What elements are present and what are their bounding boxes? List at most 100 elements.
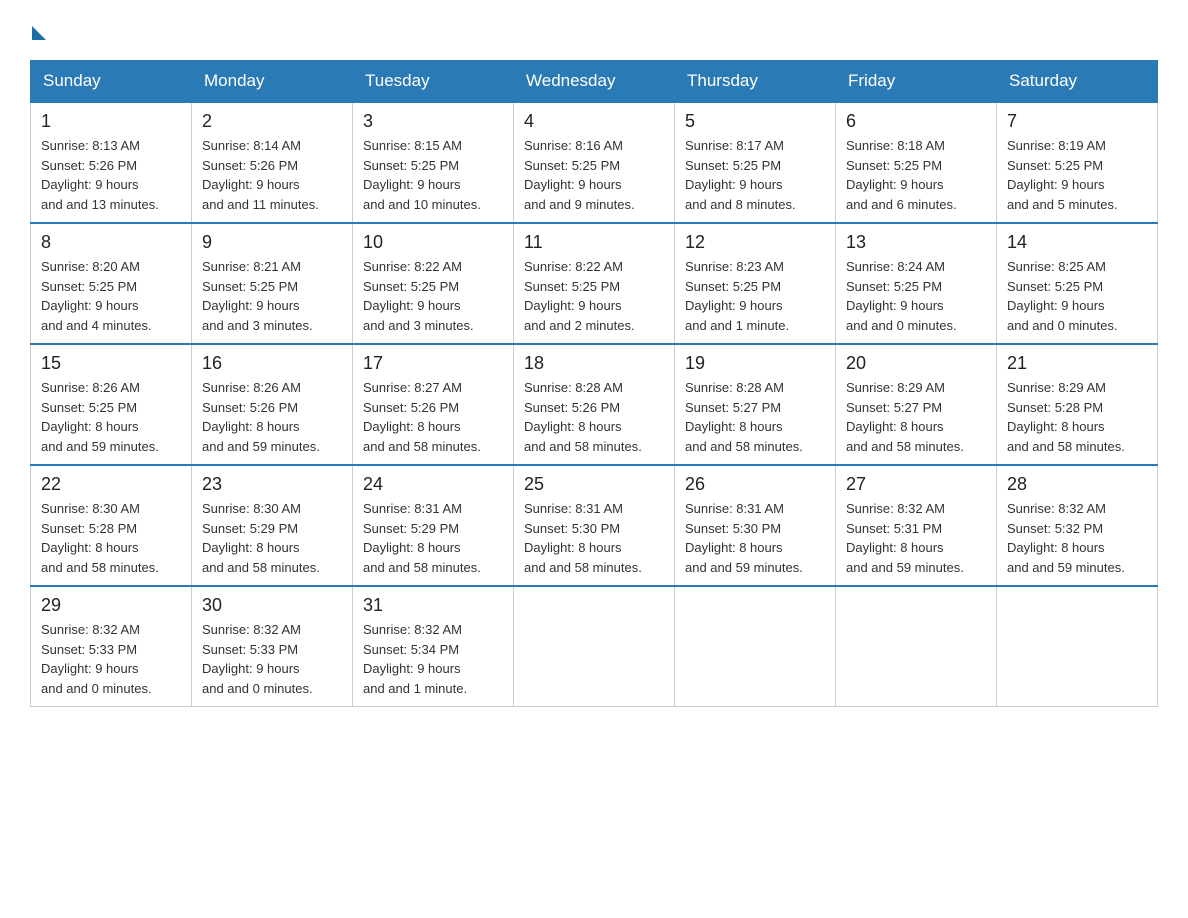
calendar-cell: 10 Sunrise: 8:22 AMSunset: 5:25 PMDayligh…	[353, 223, 514, 344]
calendar-cell: 1 Sunrise: 8:13 AMSunset: 5:26 PMDaylight…	[31, 102, 192, 223]
day-number: 19	[685, 353, 825, 374]
week-row-3: 15 Sunrise: 8:26 AMSunset: 5:25 PMDayligh…	[31, 344, 1158, 465]
day-info: Sunrise: 8:32 AMSunset: 5:33 PMDaylight:…	[202, 620, 342, 698]
calendar-cell: 30 Sunrise: 8:32 AMSunset: 5:33 PMDayligh…	[192, 586, 353, 707]
week-row-4: 22Sunrise: 8:30 AMSunset: 5:28 PMDayligh…	[31, 465, 1158, 586]
calendar-cell: 11 Sunrise: 8:22 AMSunset: 5:25 PMDayligh…	[514, 223, 675, 344]
day-info: Sunrise: 8:32 AMSunset: 5:33 PMDaylight:…	[41, 620, 181, 698]
day-number: 8	[41, 232, 181, 253]
calendar-cell: 18 Sunrise: 8:28 AMSunset: 5:26 PMDayligh…	[514, 344, 675, 465]
calendar-cell: 7 Sunrise: 8:19 AMSunset: 5:25 PMDaylight…	[997, 102, 1158, 223]
day-info: Sunrise: 8:14 AMSunset: 5:26 PMDaylight:…	[202, 136, 342, 214]
day-number: 5	[685, 111, 825, 132]
calendar-table: SundayMondayTuesdayWednesdayThursdayFrid…	[30, 60, 1158, 707]
calendar-cell: 25 Sunrise: 8:31 AMSunset: 5:30 PMDayligh…	[514, 465, 675, 586]
day-info: Sunrise: 8:15 AMSunset: 5:25 PMDaylight:…	[363, 136, 503, 214]
day-number: 25	[524, 474, 664, 495]
logo-wrapper	[30, 20, 46, 40]
day-header-thursday: Thursday	[675, 61, 836, 103]
day-number: 24	[363, 474, 503, 495]
day-number: 2	[202, 111, 342, 132]
day-info: Sunrise: 8:31 AMSunset: 5:30 PMDaylight:…	[685, 499, 825, 577]
day-number: 11	[524, 232, 664, 253]
day-info: Sunrise: 8:25 AMSunset: 5:25 PMDaylight:…	[1007, 257, 1147, 335]
week-row-2: 8 Sunrise: 8:20 AMSunset: 5:25 PMDaylight…	[31, 223, 1158, 344]
day-number: 13	[846, 232, 986, 253]
day-number: 10	[363, 232, 503, 253]
calendar-cell: 31Sunrise: 8:32 AMSunset: 5:34 PMDayligh…	[353, 586, 514, 707]
day-number: 28	[1007, 474, 1147, 495]
calendar-cell: 27 Sunrise: 8:32 AMSunset: 5:31 PMDayligh…	[836, 465, 997, 586]
day-info: Sunrise: 8:13 AMSunset: 5:26 PMDaylight:…	[41, 136, 181, 214]
day-info: Sunrise: 8:32 AMSunset: 5:32 PMDaylight:…	[1007, 499, 1147, 577]
day-header-wednesday: Wednesday	[514, 61, 675, 103]
week-row-1: 1 Sunrise: 8:13 AMSunset: 5:26 PMDaylight…	[31, 102, 1158, 223]
day-info: Sunrise: 8:32 AMSunset: 5:34 PMDaylight:…	[363, 620, 503, 698]
day-number: 1	[41, 111, 181, 132]
day-info: Sunrise: 8:16 AMSunset: 5:25 PMDaylight:…	[524, 136, 664, 214]
day-number: 20	[846, 353, 986, 374]
day-number: 12	[685, 232, 825, 253]
day-header-sunday: Sunday	[31, 61, 192, 103]
day-header-saturday: Saturday	[997, 61, 1158, 103]
calendar-cell: 29 Sunrise: 8:32 AMSunset: 5:33 PMDayligh…	[31, 586, 192, 707]
day-info: Sunrise: 8:21 AMSunset: 5:25 PMDaylight:…	[202, 257, 342, 335]
calendar-cell: 16 Sunrise: 8:26 AMSunset: 5:26 PMDayligh…	[192, 344, 353, 465]
day-number: 17	[363, 353, 503, 374]
day-number: 16	[202, 353, 342, 374]
day-header-friday: Friday	[836, 61, 997, 103]
day-number: 27	[846, 474, 986, 495]
calendar-cell: 8 Sunrise: 8:20 AMSunset: 5:25 PMDaylight…	[31, 223, 192, 344]
day-number: 29	[41, 595, 181, 616]
calendar-cell: 15 Sunrise: 8:26 AMSunset: 5:25 PMDayligh…	[31, 344, 192, 465]
calendar-cell: 23 Sunrise: 8:30 AMSunset: 5:29 PMDayligh…	[192, 465, 353, 586]
day-number: 30	[202, 595, 342, 616]
calendar-cell: 14 Sunrise: 8:25 AMSunset: 5:25 PMDayligh…	[997, 223, 1158, 344]
day-info: Sunrise: 8:19 AMSunset: 5:25 PMDaylight:…	[1007, 136, 1147, 214]
calendar-cell: 26 Sunrise: 8:31 AMSunset: 5:30 PMDayligh…	[675, 465, 836, 586]
day-number: 4	[524, 111, 664, 132]
day-number: 14	[1007, 232, 1147, 253]
day-info: Sunrise: 8:20 AMSunset: 5:25 PMDaylight:…	[41, 257, 181, 335]
day-number: 18	[524, 353, 664, 374]
day-info: Sunrise: 8:22 AMSunset: 5:25 PMDaylight:…	[363, 257, 503, 335]
day-info: Sunrise: 8:28 AMSunset: 5:27 PMDaylight:…	[685, 378, 825, 456]
day-info: Sunrise: 8:30 AMSunset: 5:29 PMDaylight:…	[202, 499, 342, 577]
day-info: Sunrise: 8:29 AMSunset: 5:27 PMDaylight:…	[846, 378, 986, 456]
day-header-tuesday: Tuesday	[353, 61, 514, 103]
day-info: Sunrise: 8:17 AMSunset: 5:25 PMDaylight:…	[685, 136, 825, 214]
week-row-5: 29 Sunrise: 8:32 AMSunset: 5:33 PMDayligh…	[31, 586, 1158, 707]
calendar-cell	[997, 586, 1158, 707]
day-number: 23	[202, 474, 342, 495]
day-number: 22	[41, 474, 181, 495]
day-info: Sunrise: 8:26 AMSunset: 5:26 PMDaylight:…	[202, 378, 342, 456]
day-info: Sunrise: 8:28 AMSunset: 5:26 PMDaylight:…	[524, 378, 664, 456]
calendar-cell: 4 Sunrise: 8:16 AMSunset: 5:25 PMDaylight…	[514, 102, 675, 223]
page-header	[30, 20, 1158, 40]
calendar-cell: 24Sunrise: 8:31 AMSunset: 5:29 PMDayligh…	[353, 465, 514, 586]
day-info: Sunrise: 8:23 AMSunset: 5:25 PMDaylight:…	[685, 257, 825, 335]
day-info: Sunrise: 8:32 AMSunset: 5:31 PMDaylight:…	[846, 499, 986, 577]
day-number: 15	[41, 353, 181, 374]
calendar-cell: 22Sunrise: 8:30 AMSunset: 5:28 PMDayligh…	[31, 465, 192, 586]
day-info: Sunrise: 8:22 AMSunset: 5:25 PMDaylight:…	[524, 257, 664, 335]
day-number: 7	[1007, 111, 1147, 132]
day-info: Sunrise: 8:27 AMSunset: 5:26 PMDaylight:…	[363, 378, 503, 456]
calendar-cell: 6 Sunrise: 8:18 AMSunset: 5:25 PMDaylight…	[836, 102, 997, 223]
day-number: 21	[1007, 353, 1147, 374]
day-number: 9	[202, 232, 342, 253]
day-info: Sunrise: 8:18 AMSunset: 5:25 PMDaylight:…	[846, 136, 986, 214]
calendar-cell	[836, 586, 997, 707]
header-row: SundayMondayTuesdayWednesdayThursdayFrid…	[31, 61, 1158, 103]
calendar-cell: 2 Sunrise: 8:14 AMSunset: 5:26 PMDaylight…	[192, 102, 353, 223]
calendar-cell: 12 Sunrise: 8:23 AMSunset: 5:25 PMDayligh…	[675, 223, 836, 344]
day-info: Sunrise: 8:26 AMSunset: 5:25 PMDaylight:…	[41, 378, 181, 456]
day-number: 26	[685, 474, 825, 495]
day-info: Sunrise: 8:24 AMSunset: 5:25 PMDaylight:…	[846, 257, 986, 335]
logo	[30, 20, 46, 40]
calendar-cell	[514, 586, 675, 707]
day-info: Sunrise: 8:31 AMSunset: 5:30 PMDaylight:…	[524, 499, 664, 577]
calendar-cell: 19 Sunrise: 8:28 AMSunset: 5:27 PMDayligh…	[675, 344, 836, 465]
day-number: 6	[846, 111, 986, 132]
calendar-cell: 9 Sunrise: 8:21 AMSunset: 5:25 PMDaylight…	[192, 223, 353, 344]
